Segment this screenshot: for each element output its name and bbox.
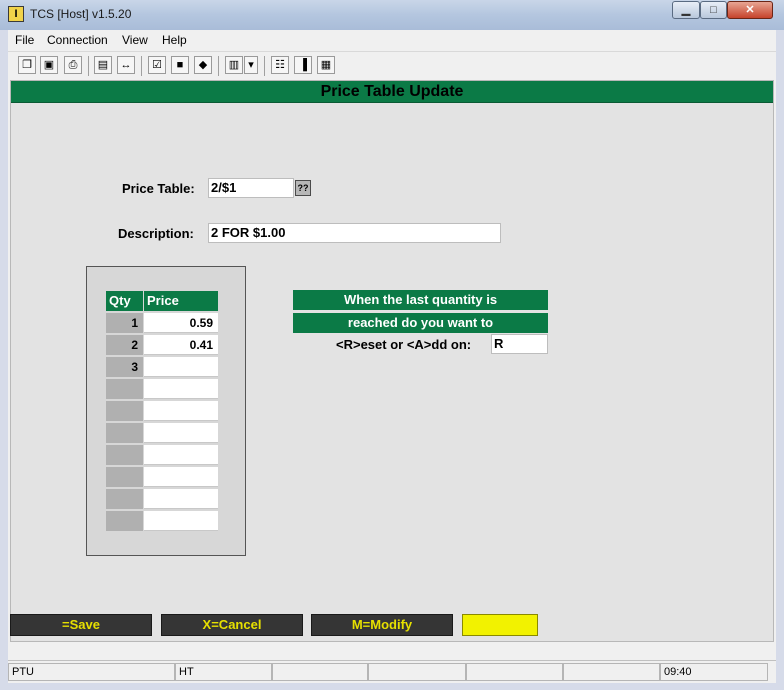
price-input[interactable]: 0.59 [144,313,218,333]
copy-icon[interactable]: ❐ [18,56,36,74]
reset-add-label: <R>eset or <A>dd on: [336,337,472,352]
minimize-button[interactable]: ▁ [672,1,700,19]
qty-cell [106,401,143,421]
qty-cell [106,511,143,531]
dropdown-icon[interactable]: ▾ [244,56,258,74]
price-input[interactable] [144,401,218,421]
document-icon[interactable]: ▥ [225,56,243,74]
qty-cell: 2 [106,335,143,355]
prompt-line-1: When the last quantity is [293,290,548,310]
price-table-label: Price Table: [122,181,195,196]
menu-help[interactable]: Help [162,33,187,47]
price-input[interactable] [144,357,218,377]
price-input[interactable] [144,511,218,531]
status-panel [563,663,660,681]
qty-cell [106,445,143,465]
arrows-icon[interactable]: ↔ [117,56,135,74]
menu-bar: File Connection View Help [8,30,776,50]
calculator-icon[interactable]: ▦ [317,56,335,74]
blank-function-button[interactable] [462,614,538,636]
app-icon: I [8,6,24,22]
qty-cell: 3 [106,357,143,377]
monitor-icon[interactable]: ■ [171,56,189,74]
status-screen-code: PTU [8,663,175,681]
reset-add-input[interactable]: R [491,334,548,354]
close-button[interactable]: ✕ [727,1,773,19]
client-area: File Connection View Help ❐ ▣ ⎙ ▤ ↔ ☑ ■ … [8,30,776,683]
book-icon[interactable]: ◆ [194,56,212,74]
menu-file[interactable]: File [15,33,34,47]
window-title: TCS [Host] v1.5.20 [30,7,132,21]
menu-view[interactable]: View [122,33,148,47]
price-input[interactable] [144,467,218,487]
properties-icon[interactable]: ☑ [148,56,166,74]
modify-button[interactable]: M=Modify [311,614,453,636]
description-input[interactable]: 2 FOR $1.00 [208,223,501,243]
qty-cell [106,423,143,443]
status-panel [368,663,466,681]
qty-cell [106,467,143,487]
lock-icon[interactable]: ▤ [94,56,112,74]
toolbar-separator [88,56,89,76]
price-header: Price [144,291,218,311]
toolbar-separator [264,56,265,76]
status-clock: 09:40 [660,663,768,681]
price-grid-panel: Qty Price 1 0.59 2 0.41 3 [86,266,246,556]
page-title: Price Table Update [11,81,773,103]
save-icon[interactable]: ▣ [40,56,58,74]
status-terminal: HT [175,663,272,681]
chart-icon[interactable]: ▐ [294,56,312,74]
print-icon[interactable]: ⎙ [64,56,82,74]
title-bar[interactable]: I TCS [Host] v1.5.20 ▁ □ ✕ [0,0,784,30]
price-input[interactable]: 0.41 [144,335,218,355]
maximize-button[interactable]: □ [700,1,727,19]
lookup-button[interactable]: ?? [295,180,311,196]
menu-connection[interactable]: Connection [47,33,108,47]
qty-cell [106,489,143,509]
toolbar-separator [141,56,142,76]
form-area: Price Table Update Price Table: 2/$1 ?? … [10,80,774,642]
status-panel [466,663,563,681]
status-panel [272,663,368,681]
cancel-button[interactable]: X=Cancel [161,614,303,636]
network-icon[interactable]: ☷ [271,56,289,74]
qty-cell [106,379,143,399]
price-input[interactable] [144,423,218,443]
toolbar: ❐ ▣ ⎙ ▤ ↔ ☑ ■ ◆ ▥ ▾ ☷ ▐ ▦ [8,51,776,80]
price-table-input[interactable]: 2/$1 [208,178,294,198]
toolbar-separator [218,56,219,76]
status-bar: PTU HT 09:40 [8,660,776,683]
description-label: Description: [118,226,194,241]
app-window: I TCS [Host] v1.5.20 ▁ □ ✕ File Connecti… [0,0,784,690]
price-input[interactable] [144,445,218,465]
qty-cell: 1 [106,313,143,333]
qty-header: Qty [106,291,143,311]
prompt-line-2: reached do you want to [293,313,548,333]
price-input[interactable] [144,379,218,399]
price-input[interactable] [144,489,218,509]
save-button[interactable]: =Save [10,614,152,636]
